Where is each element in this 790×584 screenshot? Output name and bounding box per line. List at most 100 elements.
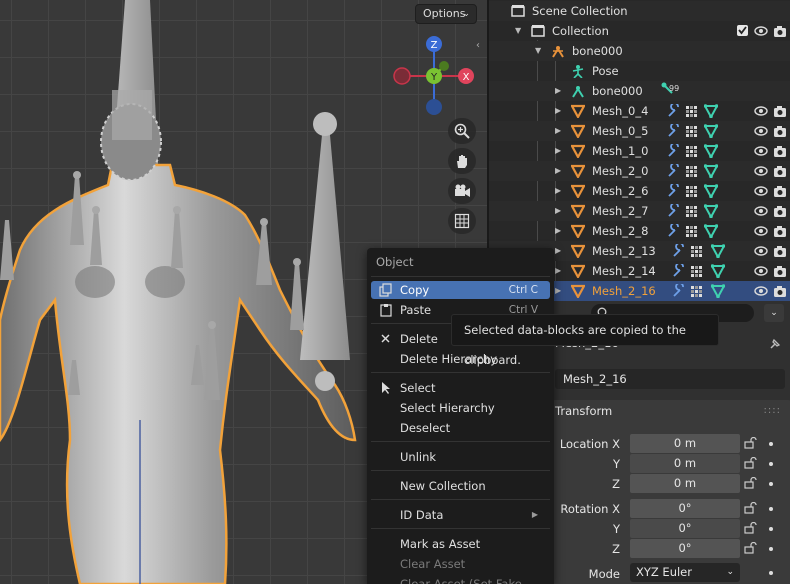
expand-right-icon[interactable]: ▶ bbox=[555, 121, 561, 141]
menu-item-label: Mark as Asset bbox=[400, 537, 481, 551]
eye-icon[interactable] bbox=[754, 104, 768, 118]
rotation-y-field[interactable]: 0° bbox=[630, 519, 740, 538]
expand-right-icon[interactable]: ▶ bbox=[555, 161, 561, 181]
outliner-row-bone000-armature[interactable]: ▼ bone000 bbox=[489, 41, 790, 61]
camera-render-icon[interactable] bbox=[773, 164, 787, 178]
camera-render-icon[interactable] bbox=[773, 144, 787, 158]
menu-item-deselect[interactable]: Deselect bbox=[371, 419, 550, 437]
keyframe-dot-icon[interactable] bbox=[769, 527, 773, 531]
eye-icon[interactable] bbox=[754, 164, 768, 178]
lock-icon[interactable] bbox=[744, 437, 758, 449]
menu-item-label: Clear Asset (Set Fake User) bbox=[400, 577, 522, 584]
lock-icon[interactable] bbox=[744, 542, 758, 554]
lock-icon[interactable] bbox=[744, 477, 758, 489]
camera-render-icon[interactable] bbox=[773, 124, 787, 138]
zoom-button[interactable] bbox=[448, 118, 476, 144]
camera-render-icon[interactable] bbox=[773, 264, 787, 278]
location-y-field[interactable]: 0 m bbox=[630, 454, 740, 473]
wrench-icon bbox=[668, 204, 679, 217]
outliner-row-mesh[interactable]: ▶ Mesh_2_6 bbox=[489, 181, 790, 201]
menu-item-shortcut: Ctrl C bbox=[508, 284, 538, 296]
expand-down-icon[interactable]: ▼ bbox=[515, 21, 521, 41]
expand-right-icon[interactable]: ▶ bbox=[555, 241, 561, 261]
expand-right-icon[interactable]: ▶ bbox=[555, 221, 561, 241]
eye-icon[interactable] bbox=[754, 204, 768, 218]
pin-icon[interactable] bbox=[768, 337, 782, 351]
eye-icon[interactable] bbox=[754, 24, 768, 38]
menu-item-select[interactable]: Select bbox=[371, 379, 550, 397]
outliner-row-pose[interactable]: Pose bbox=[489, 61, 790, 81]
expand-right-icon[interactable]: ▶ bbox=[555, 181, 561, 201]
camera-render-icon[interactable] bbox=[773, 24, 787, 38]
camera-render-icon[interactable] bbox=[773, 224, 787, 238]
expand-right-icon[interactable]: ▶ bbox=[555, 201, 561, 221]
keyframe-dot-icon[interactable] bbox=[769, 571, 773, 575]
eye-icon[interactable] bbox=[754, 284, 768, 298]
rotation-mode-dropdown[interactable]: XYZ Euler ⌄ bbox=[630, 563, 740, 582]
expand-right-icon[interactable]: ▶ bbox=[555, 81, 561, 101]
outliner-row-collection[interactable]: ▼ Collection bbox=[489, 21, 790, 41]
lock-icon[interactable] bbox=[744, 457, 758, 469]
pan-button[interactable] bbox=[448, 148, 476, 174]
menu-item-clear-asset[interactable]: Clear Asset bbox=[371, 555, 550, 573]
menu-item-mark-as-asset[interactable]: Mark as Asset bbox=[371, 535, 550, 553]
expand-right-icon[interactable]: ▶ bbox=[555, 101, 561, 121]
outliner-label: Mesh_2_0 bbox=[592, 164, 649, 178]
outliner-row-mesh[interactable]: ▶ Mesh_1_0 bbox=[489, 141, 790, 161]
perspective-toggle-button[interactable] bbox=[448, 208, 476, 234]
menu-item-delete-hierarchy[interactable]: Delete Hierarchy bbox=[371, 350, 550, 368]
outliner-row-scene-collection[interactable]: Scene Collection bbox=[489, 1, 790, 21]
camera-render-icon[interactable] bbox=[773, 244, 787, 258]
outliner-label: Mesh_2_16 bbox=[592, 284, 656, 298]
camera-render-icon[interactable] bbox=[773, 184, 787, 198]
expand-right-icon[interactable]: ▶ bbox=[555, 281, 561, 301]
outliner-row-bone000-data[interactable]: ▶ bone000 99 bbox=[489, 81, 790, 101]
chevron-left-icon[interactable]: ‹ bbox=[476, 40, 480, 51]
eye-icon[interactable] bbox=[754, 124, 768, 138]
eye-icon[interactable] bbox=[754, 144, 768, 158]
expand-down-icon[interactable]: ▼ bbox=[535, 41, 541, 61]
object-context-menu[interactable]: Object Copy Ctrl C Paste Ctrl V Delete D… bbox=[367, 248, 554, 584]
eye-icon[interactable] bbox=[754, 184, 768, 198]
menu-item-select-hierarchy[interactable]: Select Hierarchy bbox=[371, 399, 550, 417]
outliner-row-mesh[interactable]: ▶ Mesh_2_7 bbox=[489, 201, 790, 221]
lock-icon[interactable] bbox=[744, 522, 758, 534]
navigation-gizmo[interactable]: Z Y X bbox=[388, 32, 480, 120]
outliner-row-mesh[interactable]: ▶ Mesh_0_5 bbox=[489, 121, 790, 141]
keyframe-dot-icon[interactable] bbox=[769, 442, 773, 446]
mesh-data-icon bbox=[711, 244, 725, 258]
expand-right-icon[interactable]: ▶ bbox=[555, 261, 561, 281]
keyframe-dot-icon[interactable] bbox=[769, 482, 773, 486]
object-name-field[interactable]: Mesh_2_16 bbox=[555, 369, 785, 389]
outliner-row-mesh[interactable]: ▶ Mesh_2_8 bbox=[489, 221, 790, 241]
menu-item-id-data[interactable]: ID Data ▶ bbox=[371, 506, 550, 524]
camera-render-icon[interactable] bbox=[773, 104, 787, 118]
location-x-field[interactable]: 0 m bbox=[630, 434, 740, 453]
outliner-row-mesh[interactable]: ▶ Mesh_0_4 bbox=[489, 101, 790, 121]
rotation-z-field[interactable]: 0° bbox=[630, 539, 740, 558]
menu-item-clear-asset-fake-user[interactable]: Clear Asset (Set Fake User) bbox=[371, 575, 550, 584]
eye-icon[interactable] bbox=[754, 224, 768, 238]
keyframe-dot-icon[interactable] bbox=[769, 547, 773, 551]
properties-options-button[interactable]: ⌄ bbox=[764, 304, 784, 322]
lock-icon[interactable] bbox=[744, 502, 758, 514]
location-z-label: Z bbox=[612, 477, 620, 491]
viewport-options-dropdown[interactable]: Options ⌄ bbox=[415, 4, 477, 24]
rotation-x-field[interactable]: 0° bbox=[630, 499, 740, 518]
eye-icon[interactable] bbox=[754, 264, 768, 278]
expand-right-icon[interactable]: ▶ bbox=[555, 141, 561, 161]
menu-item-copy[interactable]: Copy Ctrl C bbox=[371, 281, 550, 299]
camera-render-icon[interactable] bbox=[773, 284, 787, 298]
keyframe-dot-icon[interactable] bbox=[769, 507, 773, 511]
camera-view-button[interactable] bbox=[448, 178, 476, 204]
menu-item-unlink[interactable]: Unlink bbox=[371, 448, 550, 466]
camera-render-icon[interactable] bbox=[773, 204, 787, 218]
drag-handle-icon[interactable]: :::: bbox=[764, 405, 781, 416]
keyframe-dot-icon[interactable] bbox=[769, 462, 773, 466]
outliner-row-mesh[interactable]: ▶ Mesh_2_0 bbox=[489, 161, 790, 181]
transform-panel-title[interactable]: Transform bbox=[555, 404, 612, 418]
eye-icon[interactable] bbox=[754, 244, 768, 258]
checkbox-checked-icon[interactable] bbox=[736, 24, 750, 38]
location-z-field[interactable]: 0 m bbox=[630, 474, 740, 493]
menu-item-new-collection[interactable]: New Collection bbox=[371, 477, 550, 495]
